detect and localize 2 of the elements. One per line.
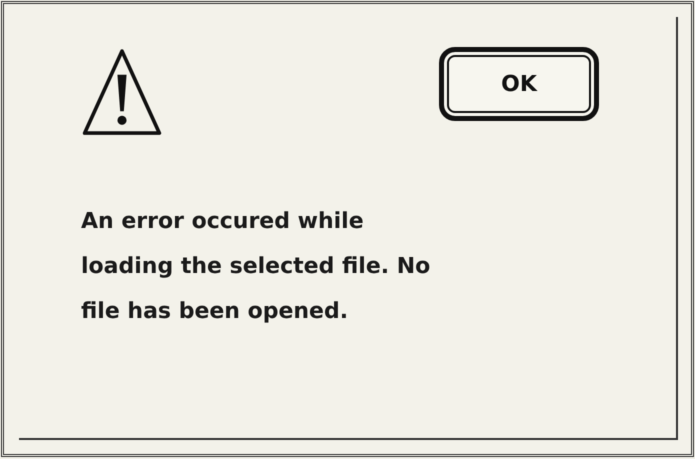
ok-button[interactable]: OK [439, 47, 599, 121]
error-message: An error occured while loading the selected file. No file has been opened. [81, 208, 432, 326]
